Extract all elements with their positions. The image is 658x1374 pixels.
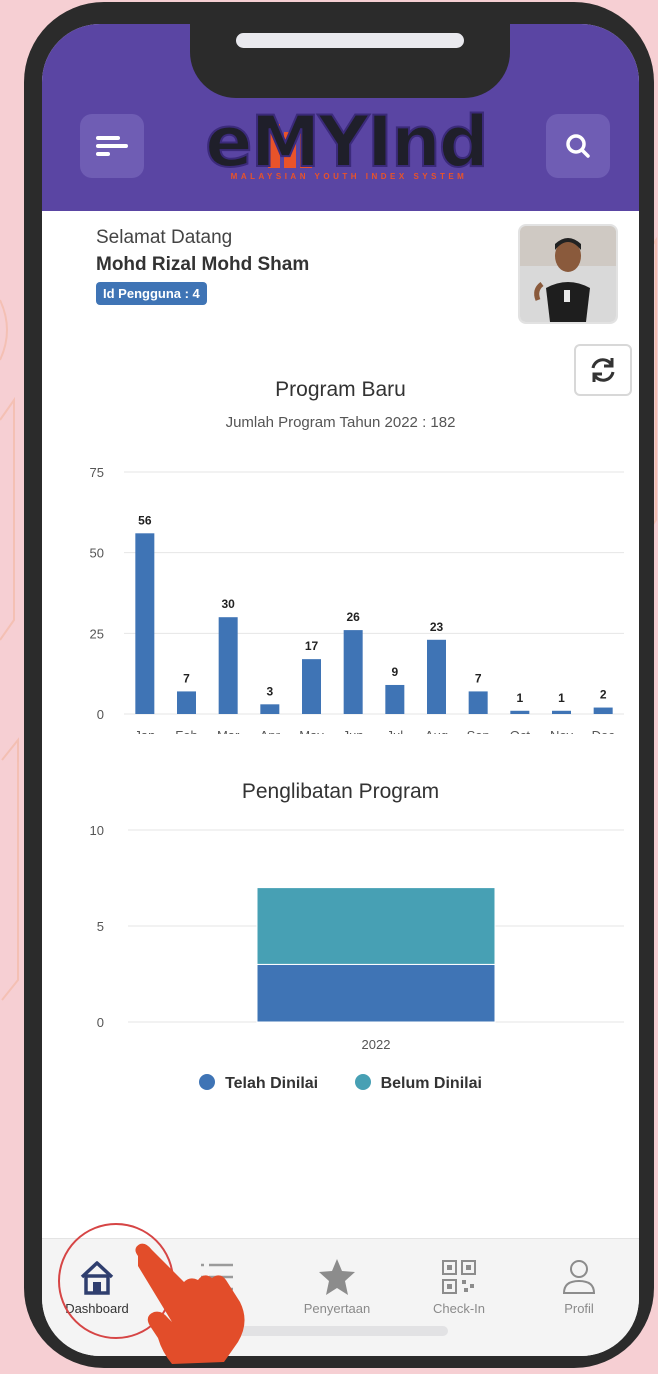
legend-item[interactable]: Telah Dinilai	[199, 1074, 318, 1093]
menu-button[interactable]	[80, 114, 144, 178]
x-tick-label: Apr	[260, 728, 281, 734]
logo-text: eMYInd	[204, 101, 490, 183]
phone-notch	[190, 24, 510, 98]
bar	[427, 639, 446, 714]
legend-dot	[354, 1074, 371, 1090]
legend-dot	[199, 1074, 216, 1090]
search-icon	[566, 134, 590, 158]
x-tick-label: May	[299, 728, 324, 734]
program-baru-chart: Program Baru Jumlah Program Tahun 2022 :…	[42, 372, 639, 734]
x-tick-label: Dec	[592, 728, 616, 734]
bar	[385, 684, 405, 714]
stacked-bar-segment	[256, 887, 496, 965]
y-tick-label: 25	[90, 626, 104, 641]
data-label: 2	[600, 688, 607, 702]
stacked-bar-segment	[256, 963, 496, 1023]
app-logo: eMYInd MALAYSIAN YOUTH INDEX SYSTEM	[196, 101, 496, 186]
data-label: 3	[266, 684, 273, 698]
pointing-hand-icon	[135, 1243, 245, 1364]
x-tick-label: Feb	[175, 728, 197, 734]
bar	[510, 710, 530, 714]
x-tick-label: Jul	[387, 728, 404, 734]
data-label: 1	[558, 691, 565, 705]
x-tick-label: Jan	[134, 728, 155, 734]
user-name: Mohd Rizal Mohd Sham	[96, 254, 310, 275]
y-tick-label: 50	[90, 546, 104, 561]
legend-item[interactable]: Belum Dinilai	[354, 1074, 482, 1093]
x-tick-label: Oct	[510, 728, 531, 734]
x-tick-label: Mar	[217, 728, 240, 734]
program-baru-plot: 025507556Jan7Feb30Mar3Apr17May26Jun9Jul2…	[90, 465, 624, 734]
logo-subtitle: MALAYSIAN YOUTH INDEX SYSTEM	[230, 172, 468, 181]
nav-item-penyertaan[interactable]: Penyertaan	[282, 1239, 392, 1329]
x-tick-label: Sep	[467, 728, 490, 734]
user-id-badge: Id Pengguna : 4	[96, 282, 207, 305]
x-tick-label: 2022	[362, 1037, 391, 1052]
x-tick-label: Nov	[550, 728, 574, 734]
home-icon	[80, 1261, 114, 1295]
bar	[302, 659, 321, 714]
bar	[343, 630, 363, 714]
bar	[468, 691, 488, 714]
data-label: 7	[183, 671, 190, 685]
avatar-photo	[520, 226, 616, 322]
nav-label: Check-In	[432, 1301, 486, 1316]
app-screen: eMYInd MALAYSIAN YOUTH INDEX SYSTEM Sela…	[42, 24, 639, 1356]
x-tick-label: Aug	[425, 728, 448, 734]
bar	[593, 707, 613, 714]
bar	[260, 704, 280, 714]
bar	[177, 691, 196, 714]
phone-speaker	[236, 33, 464, 48]
penglibatan-plot: 0 5 10 2022	[90, 823, 624, 1052]
data-label: 23	[430, 620, 444, 634]
y-tick-label: 5	[97, 919, 104, 934]
y-tick-label: 0	[97, 707, 104, 722]
app-header: eMYInd MALAYSIAN YOUTH INDEX SYSTEM	[42, 24, 639, 211]
bar	[218, 617, 238, 714]
user-icon	[562, 1260, 596, 1294]
search-button[interactable]	[546, 114, 610, 178]
data-label: 1	[516, 691, 523, 705]
data-label: 17	[305, 639, 319, 653]
legend-label: Telah Dinilai	[225, 1075, 319, 1092]
bar	[552, 710, 571, 714]
star-icon	[319, 1259, 355, 1295]
x-tick-label: Jun	[343, 728, 364, 734]
y-tick-label: 0	[97, 1015, 104, 1030]
nav-label: Profil	[564, 1301, 594, 1316]
chart-legend: Telah Dinilai Belum Dinilai	[42, 1074, 639, 1093]
qr-code-icon	[442, 1260, 476, 1294]
data-label: 56	[138, 513, 152, 527]
bar	[135, 533, 155, 714]
welcome-greeting: Selamat Datang	[96, 227, 233, 248]
avatar[interactable]	[518, 224, 618, 324]
legend-label: Belum Dinilai	[380, 1075, 482, 1092]
nav-item-profil[interactable]: Profil	[524, 1239, 634, 1329]
nav-label: Penyertaan	[303, 1301, 371, 1316]
penglibatan-program-chart: Penglibatan Program 0 5 10 2022	[42, 776, 639, 1106]
data-label: 7	[475, 671, 482, 685]
nav-item-check-in[interactable]: Check-In	[404, 1239, 514, 1329]
data-label: 26	[346, 610, 360, 624]
y-tick-label: 10	[90, 823, 104, 838]
data-label: 9	[391, 665, 398, 679]
welcome-block: Selamat Datang Mohd Rizal Mohd Sham Id P…	[96, 227, 309, 305]
data-label: 30	[221, 597, 235, 611]
y-tick-label: 75	[90, 465, 104, 480]
